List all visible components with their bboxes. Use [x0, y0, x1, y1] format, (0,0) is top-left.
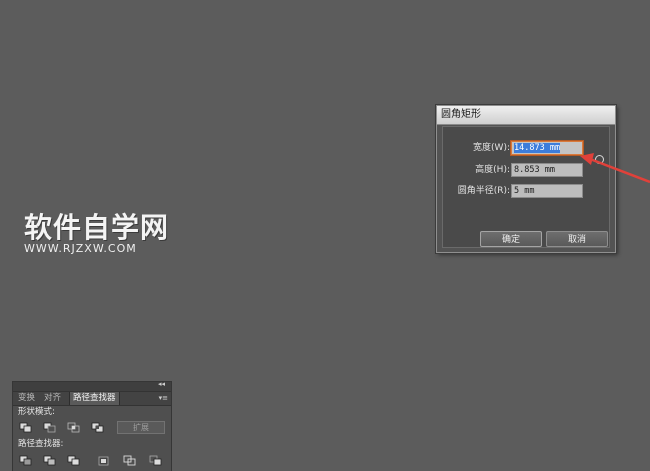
intersect-icon[interactable]: [67, 422, 81, 434]
minus-front-icon[interactable]: [43, 422, 57, 434]
crop-icon[interactable]: [97, 455, 111, 467]
exclude-icon[interactable]: [91, 422, 105, 434]
pathfinder-panel: ◂◂ 变换 对齐 路径查找器 ▾≡ 形状模式: 扩展 路径查找器:: [12, 380, 172, 471]
height-label: 高度(H):: [475, 165, 510, 175]
cancel-button[interactable]: 取消: [546, 231, 608, 247]
merge-icon[interactable]: [67, 455, 81, 467]
width-label: 宽度(W):: [473, 143, 510, 153]
tab-transform[interactable]: 变换: [15, 392, 38, 405]
panel-menu-icon[interactable]: ▾≡: [159, 394, 168, 402]
panel-header[interactable]: ◂◂: [13, 380, 171, 392]
radius-input[interactable]: 5 mm: [511, 184, 583, 198]
collapse-icon[interactable]: ◂◂: [158, 380, 165, 388]
tab-align[interactable]: 对齐: [41, 392, 64, 405]
ok-button[interactable]: 确定: [480, 231, 542, 247]
trim-icon[interactable]: [43, 455, 57, 467]
width-input[interactable]: 14.873 mm: [511, 141, 583, 155]
tab-pathfinder[interactable]: 路径查找器: [69, 392, 120, 405]
pathfinders-label: 路径查找器:: [18, 439, 64, 449]
panel-tabs: 变换 对齐 路径查找器 ▾≡: [13, 392, 171, 406]
height-value: 8.853 mm: [514, 165, 555, 175]
minus-back-icon[interactable]: [149, 455, 163, 467]
dialog-title[interactable]: 圆角矩形: [437, 106, 615, 125]
divide-icon[interactable]: [19, 455, 33, 467]
unite-icon[interactable]: [19, 422, 33, 434]
shape-modes-label: 形状模式:: [18, 407, 55, 417]
radius-value: 5 mm: [514, 186, 535, 196]
width-value: 14.873 mm: [514, 143, 561, 153]
radius-label: 圆角半径(R):: [457, 186, 510, 196]
expand-button[interactable]: 扩展: [117, 421, 165, 434]
watermark: 软件自学网 WWW.RJZXW.COM: [24, 211, 170, 256]
outline-icon[interactable]: [123, 455, 137, 467]
height-input[interactable]: 8.853 mm: [511, 163, 583, 177]
watermark-title: 软件自学网: [24, 211, 170, 244]
annotation-arrow-icon: [580, 153, 650, 184]
